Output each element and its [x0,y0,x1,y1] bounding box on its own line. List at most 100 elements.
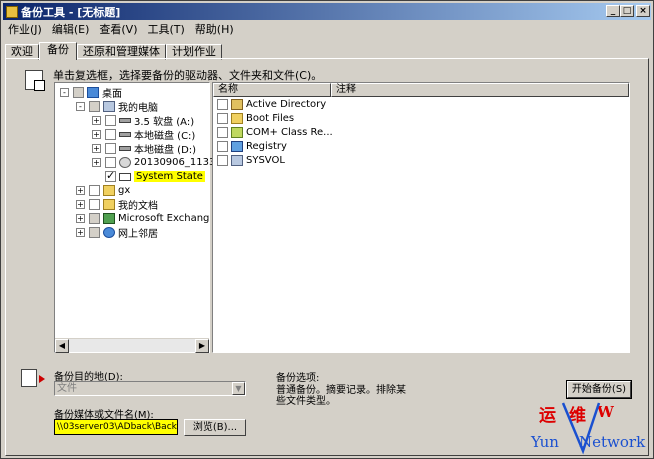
menu-help[interactable]: 帮助(H) [190,21,239,37]
list-item-sysvol[interactable]: SYSVOL [217,154,285,167]
tree-label: 我的电脑 [118,103,158,114]
checkbox[interactable] [217,113,228,124]
tree-item-desktop[interactable]: - 桌面 [60,86,122,100]
options-text-2: 些文件类型。 [276,396,336,407]
tree-item-gx[interactable]: + gx [76,184,130,197]
column-comment[interactable]: 注释 [331,83,629,97]
tree-item-disk-c[interactable]: + 本地磁盘 (C:) [92,128,196,142]
expand-toggle[interactable]: + [76,186,85,195]
tree-item-exchange[interactable]: + Microsoft Exchang [76,212,209,225]
sysvol-icon [231,155,243,166]
expand-toggle[interactable]: + [76,200,85,209]
start-backup-button[interactable]: 开始备份(S) [566,380,632,399]
tree-item-system-state[interactable]: System State [105,169,205,183]
expand-toggle[interactable]: + [92,144,101,153]
expand-toggle[interactable]: + [76,214,85,223]
tree-item-my-computer[interactable]: - 我的电脑 [76,100,158,114]
cdrom-icon [119,157,131,168]
computer-icon [103,101,115,112]
checkbox[interactable] [217,155,228,166]
minimize-button[interactable]: _ [606,5,620,17]
checkbox-checked[interactable] [105,169,116,182]
expand-toggle[interactable]: + [76,228,85,237]
menu-tools[interactable]: 工具(T) [142,21,189,37]
list-item-active-directory[interactable]: Active Directory [217,98,326,111]
tree-item-cdrom[interactable]: + 20130906_11335 [92,156,222,169]
list-item-com-class[interactable]: COM+ Class Re... [217,126,333,139]
tree-item-my-documents[interactable]: + 我的文档 [76,198,158,212]
checkbox[interactable] [89,213,100,224]
app-icon [6,5,18,18]
checkbox[interactable] [105,157,116,168]
media-filename-input[interactable]: \\03server03\ADback\Back [54,419,178,435]
instruction-text: 单击复选框，选择要备份的驱动器、文件夹和文件(C)。 [53,69,323,82]
checkbox[interactable] [89,101,100,112]
tree-item-floppy[interactable]: + 3.5 软盘 (A:) [92,114,194,128]
collapse-toggle[interactable]: - [60,88,69,97]
maximize-button[interactable]: □ [620,5,634,17]
tree-horizontal-scrollbar[interactable]: ◀ ▶ [55,338,209,353]
floppy-icon [119,118,131,123]
list-item-registry[interactable]: Registry [217,140,287,153]
checkbox[interactable] [217,127,228,138]
tree-label: gx [118,185,131,196]
close-button[interactable]: × [636,5,650,17]
system-state-icon [119,172,131,181]
checkbox[interactable] [89,227,100,238]
browse-button[interactable]: 浏览(B)... [184,419,246,436]
list-item-label: Active Directory [246,99,327,110]
disk-icon [119,146,131,151]
folder-icon [103,185,115,196]
registry-icon [231,141,243,152]
scroll-left-button[interactable]: ◀ [55,339,69,353]
item-list[interactable]: 名称 注释 Active Directory Boot Files COM+ C… [212,82,630,353]
tree-label: System State [134,171,205,182]
network-icon [103,227,115,238]
tree-label: 20130906_11335 [134,157,222,168]
tree-label: 桌面 [102,89,122,100]
title-bar[interactable]: 备份工具 - [无标题] _ □ × [3,3,651,20]
list-header: 名称 注释 [213,83,629,97]
list-item-label: Registry [246,141,287,152]
tree-item-disk-d[interactable]: + 本地磁盘 (D:) [92,142,197,156]
tab-backup[interactable]: 备份 [39,42,77,60]
checkbox[interactable] [89,185,100,196]
checkbox[interactable] [105,129,116,140]
folder-tree[interactable]: - 桌面 - 我的电脑 + 3.5 软盘 (A:) + 本地磁盘 (C:) + [54,82,222,353]
com-plus-icon [231,127,243,138]
boot-files-icon [231,113,243,124]
checkbox[interactable] [217,141,228,152]
window-title: 备份工具 - [无标题] [21,5,121,19]
logo-text-yun: Yun [531,433,559,451]
collapse-toggle[interactable]: - [76,102,85,111]
expand-toggle[interactable]: + [92,116,101,125]
yunv-network-logo: 运 维 W Yun Network [531,401,651,456]
checkbox[interactable] [73,87,84,98]
checklist-icon [25,70,45,91]
tree-item-network[interactable]: + 网上邻居 [76,226,158,240]
checkbox[interactable] [105,143,116,154]
tab-strip: 欢迎 备份 还原和管理媒体 计划作业 [5,42,222,60]
destination-value: 文件 [57,383,77,394]
menu-bar: 作业(J) 编辑(E) 查看(V) 工具(T) 帮助(H) [3,21,651,37]
tree-label: 本地磁盘 (D:) [134,145,197,156]
menu-edit[interactable]: 编辑(E) [47,21,95,37]
list-item-label: COM+ Class Re... [246,127,333,138]
list-item-label: SYSVOL [246,155,285,166]
scroll-right-button[interactable]: ▶ [195,339,209,353]
logo-text-network: Network [579,433,646,451]
expand-toggle[interactable]: + [92,158,101,167]
destination-icon [21,369,37,387]
disk-icon [119,132,131,137]
column-name[interactable]: 名称 [213,83,331,97]
checkbox[interactable] [217,99,228,110]
checkbox[interactable] [89,199,100,210]
tree-label: 本地磁盘 (C:) [134,131,196,142]
list-item-boot-files[interactable]: Boot Files [217,112,294,125]
menu-job[interactable]: 作业(J) [3,21,47,37]
destination-select: 文件 ▼ [54,381,246,396]
expand-toggle[interactable]: + [92,130,101,139]
checkbox[interactable] [105,115,116,126]
chevron-down-icon: ▼ [232,382,245,395]
menu-view[interactable]: 查看(V) [94,21,142,37]
